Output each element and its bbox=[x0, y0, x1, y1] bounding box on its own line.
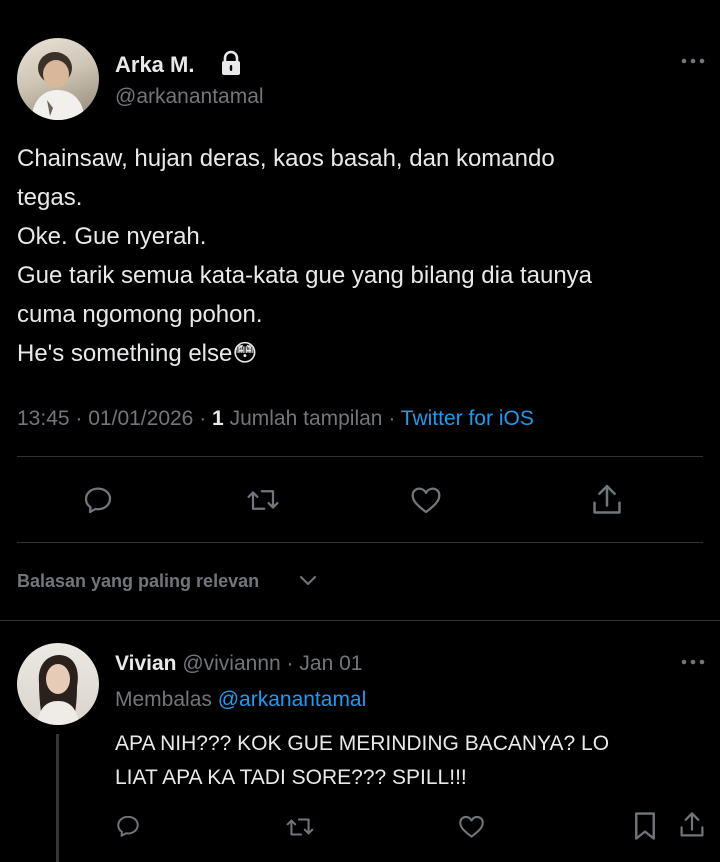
reply-sort-dropdown[interactable]: Balasan yang paling relevan bbox=[17, 568, 259, 594]
reply-header: Vivian @viviannn · Jan 01 bbox=[115, 650, 362, 678]
tweet-text: Chainsaw, hujan deras, kaos basah, dan k… bbox=[17, 139, 707, 373]
tweet-source-link[interactable]: Twitter for iOS bbox=[401, 407, 534, 430]
meta-separator: · bbox=[75, 407, 83, 430]
author-handle[interactable]: @arkanantamal bbox=[115, 84, 264, 110]
like-icon[interactable] bbox=[458, 814, 485, 839]
reply-line: APA NIH??? KOK GUE MERINDING BACANYA? LO bbox=[115, 732, 610, 755]
views-label: Jumlah tampilan bbox=[229, 407, 383, 430]
reply-author-handle[interactable]: @viviannn bbox=[182, 652, 280, 675]
share-icon[interactable] bbox=[678, 810, 706, 840]
tweet-time[interactable]: 13:45 bbox=[17, 407, 70, 430]
reply-date[interactable]: Jan 01 bbox=[299, 652, 362, 675]
lock-icon bbox=[219, 50, 243, 76]
more-icon[interactable] bbox=[680, 657, 706, 667]
reply-line: LIAT APA KA TADI SORE??? SPILL!!! bbox=[115, 766, 467, 789]
retweet-icon[interactable] bbox=[245, 485, 281, 515]
replying-to-prefix: Membalas bbox=[115, 688, 212, 711]
divider bbox=[0, 620, 720, 621]
tweet-line: cuma ngomong pohon. bbox=[17, 301, 263, 328]
more-icon[interactable] bbox=[680, 56, 706, 66]
views-count: 1 bbox=[212, 407, 224, 430]
tweet-line: Oke. Gue nyerah. bbox=[17, 223, 207, 250]
author-name[interactable]: Arka M. bbox=[115, 52, 194, 78]
reply-icon[interactable] bbox=[115, 813, 141, 839]
tweet-date[interactable]: 01/01/2026 bbox=[88, 407, 193, 430]
reply-author-avatar[interactable] bbox=[17, 643, 99, 725]
divider bbox=[17, 456, 703, 457]
tweet-line: tegas. bbox=[17, 184, 83, 211]
reply-author-name[interactable]: Vivian bbox=[115, 652, 176, 675]
tweet-line: He's something else😳 bbox=[17, 334, 707, 373]
flushed-face-emoji: 😳 bbox=[232, 340, 258, 367]
meta-separator: · bbox=[388, 407, 396, 430]
author-name-text: Arka M. bbox=[115, 52, 195, 77]
share-icon[interactable] bbox=[590, 482, 624, 518]
replying-to-handle[interactable]: @arkanantamal bbox=[218, 688, 367, 711]
tweet-line-text: He's something else bbox=[17, 340, 233, 367]
retweet-icon[interactable] bbox=[285, 814, 315, 840]
reply-text: APA NIH??? KOK GUE MERINDING BACANYA? LO… bbox=[115, 727, 609, 795]
reply-icon[interactable] bbox=[82, 484, 114, 516]
replying-to: Membalas @arkanantamal bbox=[115, 686, 366, 714]
meta-separator: · bbox=[286, 652, 294, 675]
tweet-meta: 13:45 · 01/01/2026 · 1 Jumlah tampilan ·… bbox=[17, 405, 534, 433]
divider bbox=[17, 542, 703, 543]
author-avatar[interactable] bbox=[17, 38, 99, 120]
tweet-line: Chainsaw, hujan deras, kaos basah, dan k… bbox=[17, 145, 555, 172]
reply-sort-label: Balasan yang paling relevan bbox=[17, 571, 260, 591]
avatar-image bbox=[31, 52, 85, 120]
meta-separator: · bbox=[199, 407, 207, 430]
like-icon[interactable] bbox=[410, 485, 442, 515]
avatar-image bbox=[37, 655, 79, 725]
thread-line bbox=[56, 734, 59, 862]
bookmark-icon[interactable] bbox=[632, 811, 658, 841]
chevron-down-icon[interactable] bbox=[298, 574, 318, 588]
tweet-line: Gue tarik semua kata-kata gue yang bilan… bbox=[17, 262, 593, 289]
